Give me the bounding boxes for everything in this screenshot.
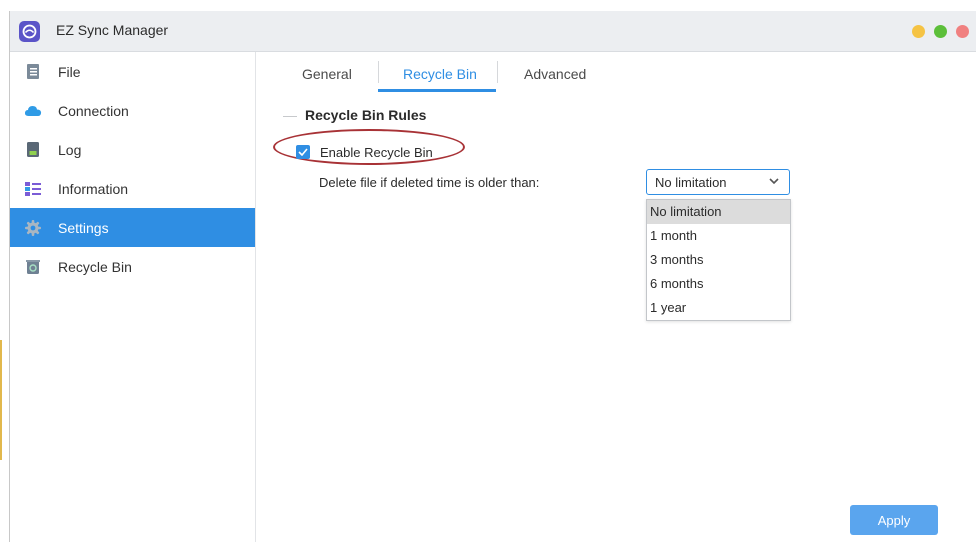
main-panel: General Recycle Bin Advanced Recycle Bin… (256, 52, 976, 542)
sidebar-item-label: Log (58, 141, 82, 158)
sidebar-item-information[interactable]: Information (10, 169, 255, 208)
file-icon (24, 63, 42, 81)
section-title: Recycle Bin Rules (305, 107, 427, 123)
list-icon (24, 180, 42, 198)
tab-separator (378, 61, 379, 83)
window-edge-accent (0, 340, 2, 460)
recycle-bin-icon (24, 258, 42, 276)
tab-separator (497, 61, 498, 83)
dropdown-option[interactable]: 6 months (647, 272, 790, 296)
minimize-button[interactable] (912, 25, 925, 38)
checkmark-icon (298, 148, 308, 156)
sidebar-item-log[interactable]: Log (10, 130, 255, 169)
sidebar-item-recycle-bin[interactable]: Recycle Bin (10, 247, 255, 286)
app-title: EZ Sync Manager (56, 22, 169, 38)
chevron-down-icon (769, 178, 779, 185)
app-window: EZ Sync Manager File Connection Log Info… (9, 11, 976, 542)
delete-age-label: Delete file if deleted time is older tha… (319, 175, 540, 190)
enable-recycle-bin-checkbox[interactable] (296, 145, 310, 159)
dropdown-option[interactable]: No limitation (647, 200, 790, 224)
sidebar: File Connection Log Information Settings (10, 52, 256, 542)
dropdown-option[interactable]: 3 months (647, 248, 790, 272)
sidebar-item-label: Connection (58, 102, 129, 119)
sidebar-item-label: Settings (58, 219, 109, 236)
apply-button[interactable]: Apply (850, 505, 938, 535)
tab-bar: General Recycle Bin Advanced (256, 52, 976, 93)
enable-recycle-bin-label: Enable Recycle Bin (320, 144, 433, 160)
tab-recycle-bin[interactable]: Recycle Bin (403, 66, 477, 82)
sidebar-item-connection[interactable]: Connection (10, 91, 255, 130)
sidebar-item-label: Recycle Bin (58, 258, 132, 275)
retention-dropdown: No limitation 1 month 3 months 6 months … (646, 199, 791, 321)
gear-icon (24, 219, 42, 237)
sidebar-item-settings[interactable]: Settings (10, 208, 255, 247)
enable-recycle-bin-row[interactable]: Enable Recycle Bin (296, 144, 433, 160)
sidebar-item-label: Information (58, 180, 129, 197)
retention-select-value: No limitation (655, 174, 727, 190)
title-bar: EZ Sync Manager (10, 11, 976, 52)
dropdown-option[interactable]: 1 year (647, 296, 790, 320)
tab-advanced[interactable]: Advanced (524, 66, 586, 82)
cloud-icon (24, 102, 42, 120)
close-button[interactable] (956, 25, 969, 38)
sidebar-item-label: File (58, 63, 81, 80)
sidebar-item-file[interactable]: File (10, 52, 255, 91)
app-logo-icon (19, 21, 40, 42)
active-tab-indicator (378, 89, 496, 92)
retention-select[interactable]: No limitation (646, 169, 790, 195)
dropdown-option[interactable]: 1 month (647, 224, 790, 248)
maximize-button[interactable] (934, 25, 947, 38)
section-divider (283, 116, 297, 117)
tab-general[interactable]: General (302, 66, 352, 82)
log-icon (24, 141, 42, 159)
